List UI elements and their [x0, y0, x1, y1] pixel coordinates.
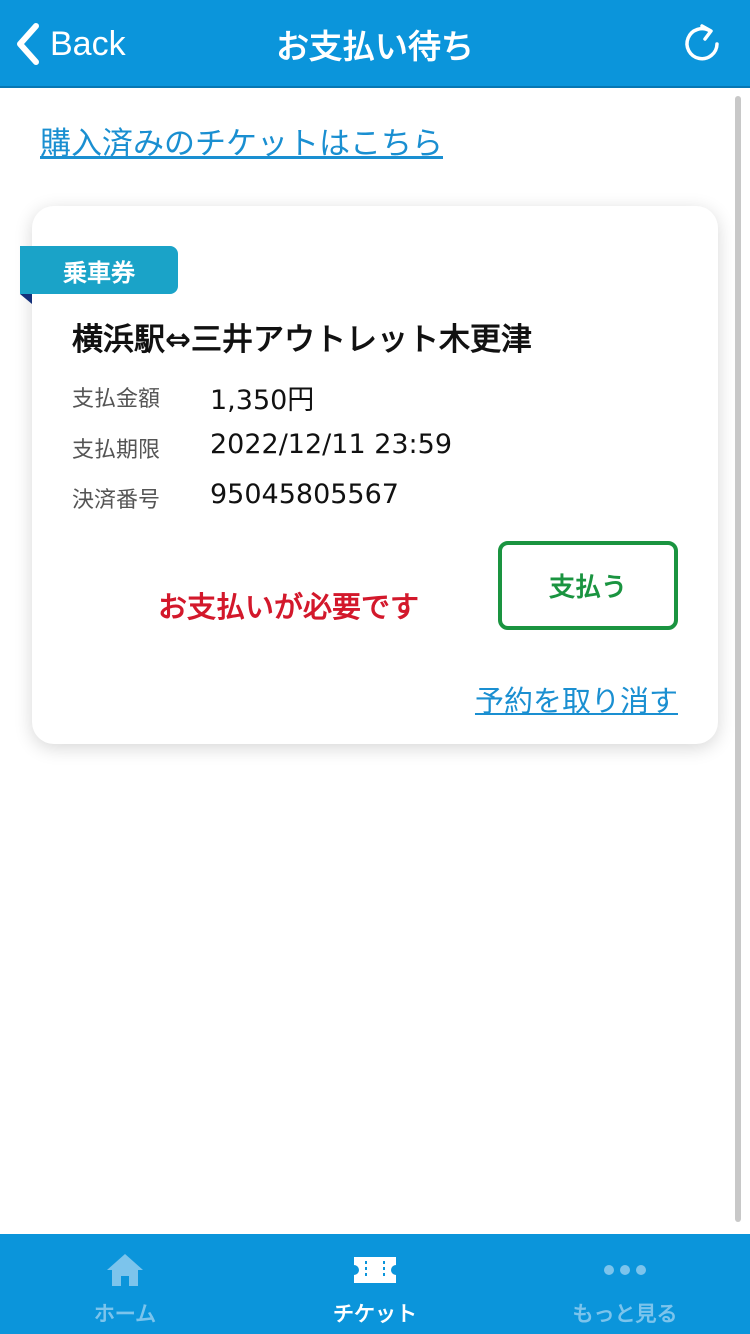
tab-home[interactable]: ホーム: [0, 1234, 250, 1334]
ticket-icon: [351, 1250, 399, 1290]
tab-more-label: もっと見る: [572, 1302, 678, 1326]
home-icon: [101, 1250, 149, 1290]
payment-number-label: 決済番号: [72, 488, 161, 513]
header-divider: [0, 86, 750, 88]
purchased-tickets-link[interactable]: 購入済みのチケットはこちら: [40, 118, 443, 163]
cancel-reservation-link[interactable]: 予約を取り消す: [475, 678, 678, 720]
tab-ticket-label: チケット: [333, 1302, 417, 1326]
payment-required-message: お支払いが必要です: [158, 590, 420, 624]
payment-deadline-value: 2022/12/11 23:59: [210, 429, 453, 460]
header-bar: Back お支払い待ち: [0, 0, 750, 88]
tab-ticket[interactable]: チケット: [250, 1234, 500, 1334]
page-title: お支払い待ち: [276, 27, 474, 66]
refresh-icon[interactable]: [680, 22, 724, 66]
bottom-tab-bar: ホーム チケット もっと見る: [0, 1234, 750, 1334]
ribbon-fold: [20, 294, 32, 304]
payment-amount-label: 支払金額: [72, 387, 161, 412]
scrollbar[interactable]: [735, 96, 741, 1222]
ticket-type-badge: 乗車券: [20, 246, 178, 294]
payment-number-value: 95045805567: [210, 479, 399, 510]
more-icon: [601, 1250, 649, 1290]
route-title: 横浜駅⇔三井アウトレット木更津: [72, 322, 532, 358]
pay-button[interactable]: 支払う: [498, 541, 678, 630]
payment-amount-value: 1,350円: [210, 385, 315, 416]
tab-more[interactable]: もっと見る: [500, 1234, 750, 1334]
payment-deadline-label: 支払期限: [72, 438, 161, 463]
tab-home-label: ホーム: [93, 1302, 157, 1326]
